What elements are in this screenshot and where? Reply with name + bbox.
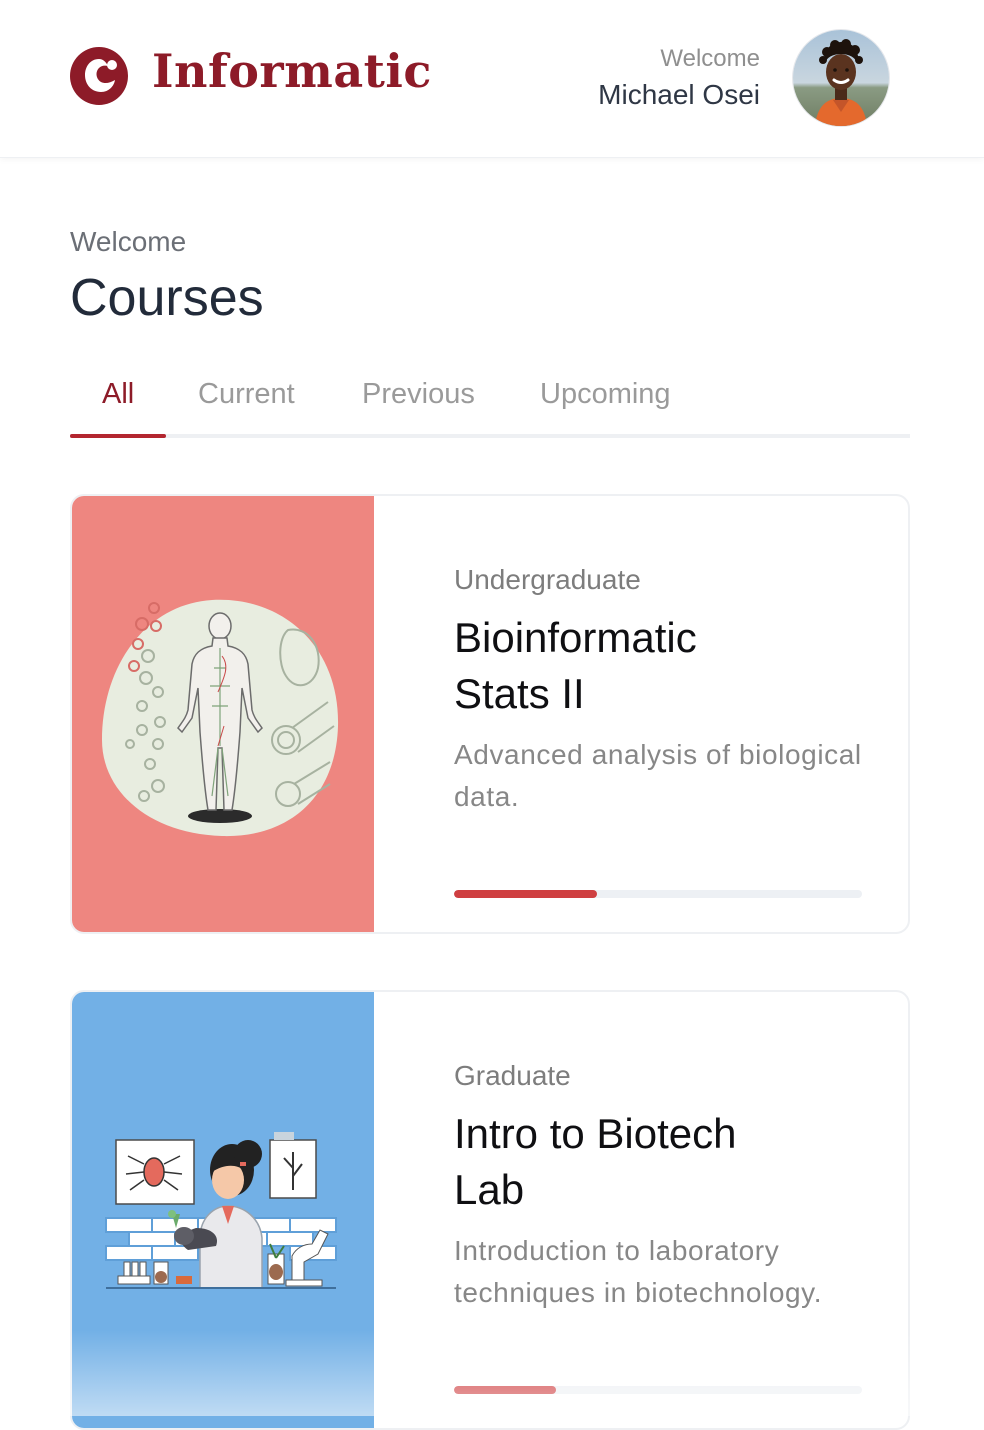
course-card[interactable]: Undergraduate Bioinformatic Stats II Adv… <box>70 494 910 934</box>
tab-current[interactable]: Current <box>198 378 295 411</box>
course-progress-fill <box>454 1386 556 1394</box>
user-avatar-icon <box>793 30 889 126</box>
course-level: Graduate <box>454 1060 571 1091</box>
course-image <box>72 496 374 932</box>
logo-icon[interactable] <box>68 45 130 107</box>
course-level: Undergraduate <box>454 564 641 595</box>
course-image <box>72 992 374 1428</box>
user-name: Michael Osei <box>598 79 760 110</box>
page-subtitle: Welcome <box>70 226 187 257</box>
course-progress-fill <box>454 890 597 898</box>
course-progress-bar <box>454 1386 862 1394</box>
course-title[interactable]: Intro to Biotech Lab <box>454 1106 774 1218</box>
tab-upcoming[interactable]: Upcoming <box>540 378 671 411</box>
course-description: Advanced analysis of biological data. <box>454 739 862 812</box>
course-card[interactable]: Graduate Intro to Biotech Lab Introducti… <box>70 990 910 1430</box>
user-greeting: Welcome Michael Osei <box>598 44 760 114</box>
page-title: Courses <box>70 269 264 327</box>
active-tab-indicator <box>70 434 166 438</box>
brand-name[interactable]: Informatic <box>152 44 432 98</box>
top-bar: Informatic Welcome Michael Osei <box>0 0 984 158</box>
tab-previous[interactable]: Previous <box>362 378 475 411</box>
user-welcome-label: Welcome <box>660 45 760 72</box>
course-filter-tabs: All Current Previous Upcoming <box>70 360 910 438</box>
course-title[interactable]: Bioinformatic Stats II <box>454 610 774 722</box>
lab-scientist-illustration-icon <box>105 1132 337 1289</box>
avatar[interactable] <box>793 30 889 126</box>
course-progress-bar <box>454 890 862 898</box>
human-anatomy-illustration-icon <box>102 599 339 837</box>
tab-all[interactable]: All <box>102 378 134 411</box>
course-description: Introduction to laboratory techniques in… <box>454 1235 823 1308</box>
